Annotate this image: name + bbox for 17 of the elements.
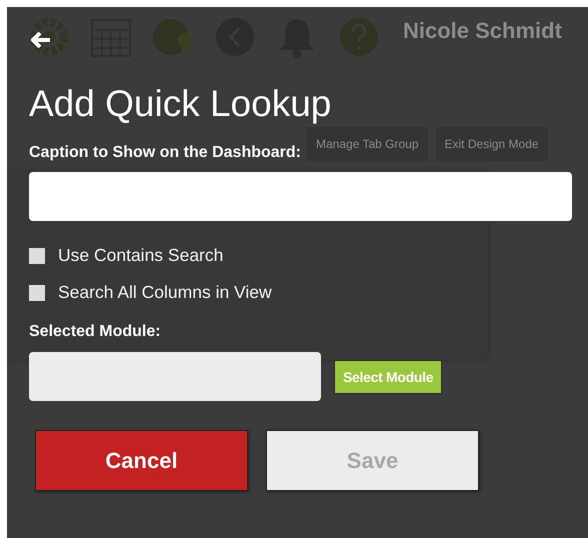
back-arrow-icon[interactable] (31, 32, 51, 48)
gear-icon[interactable] (27, 15, 71, 59)
checkbox[interactable] (29, 248, 45, 264)
select-module-button[interactable]: Select Module (334, 360, 442, 394)
checkbox-label: Search All Columns in View (58, 284, 272, 301)
field-label: Selected Module: (29, 323, 161, 341)
cancel-button[interactable]: Cancel (35, 430, 248, 491)
help-icon[interactable] (337, 15, 381, 59)
field-label: Caption to Show on the Dashboard: (29, 144, 301, 162)
checkbox-label: Use Contains Search (58, 247, 224, 264)
background-button[interactable]: Manage Tab Group (307, 127, 428, 161)
caption-input-field[interactable] (29, 172, 572, 221)
background-button[interactable]: Exit Design Mode (436, 127, 548, 161)
module-input-field[interactable] (29, 352, 321, 401)
user-name: Nicole Schmidt (403, 18, 562, 44)
checkbox[interactable] (29, 284, 45, 300)
dialog-title: Add Quick Lookup (29, 85, 332, 122)
